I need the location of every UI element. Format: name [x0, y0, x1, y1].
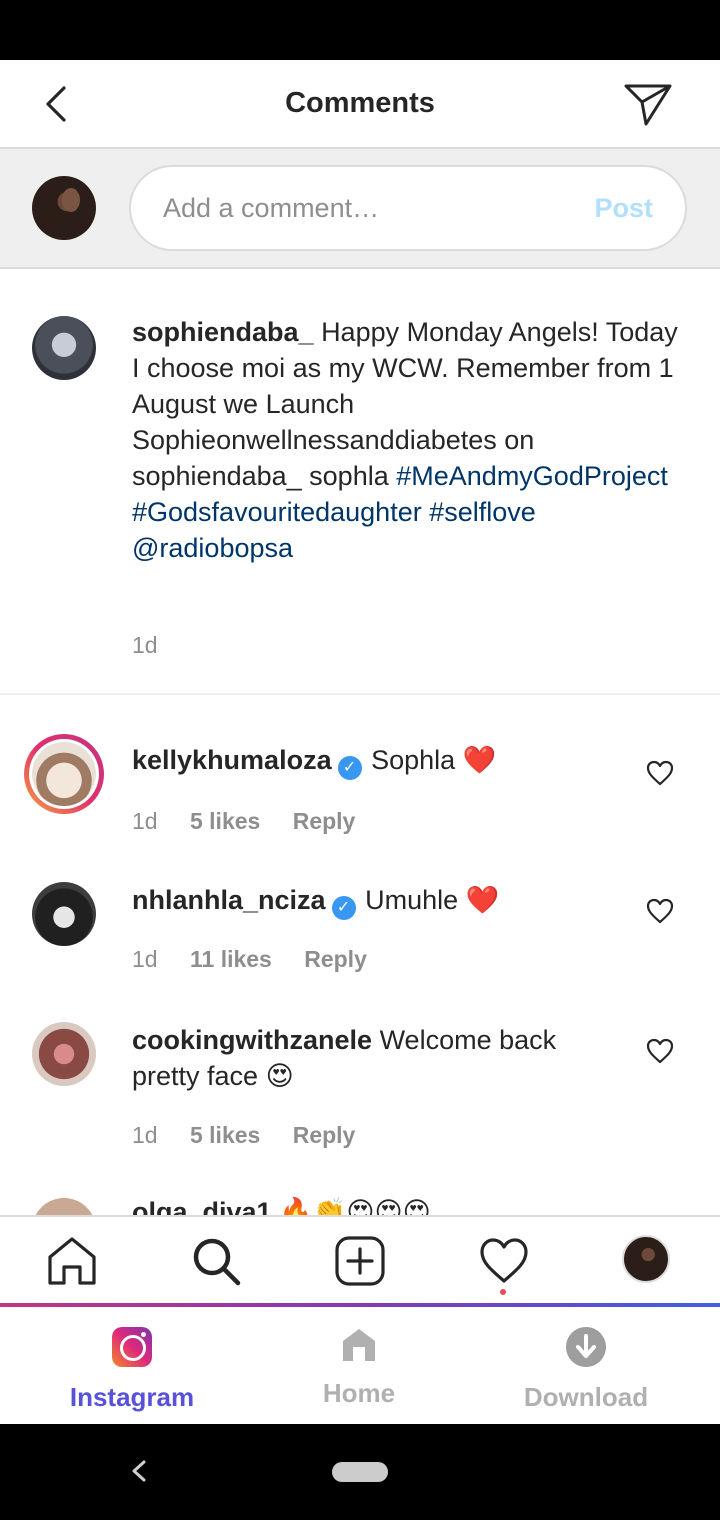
reply-button[interactable]: Reply [293, 1122, 356, 1148]
comment-meta: 1d 11 likes Reply [132, 946, 393, 973]
comment-meta: 1d 5 likes Reply [132, 1122, 381, 1149]
download-icon [566, 1327, 606, 1367]
avatar[interactable] [32, 1198, 96, 1216]
avatar[interactable] [32, 882, 96, 946]
header: Comments [0, 60, 720, 149]
app-bottom-nav: Instagram Home Download [0, 1303, 720, 1424]
comment-username[interactable]: nhlanhla_nciza [132, 885, 326, 915]
page-title: Comments [285, 87, 435, 119]
comment-likes[interactable]: 5 likes [190, 1122, 260, 1148]
comment-body: nhlanhla_nciza ✓ Umuhle ❤️ [132, 882, 612, 920]
comment-text: Sophla [371, 745, 456, 775]
comment-item: cookingwithzanele Welcome back pretty fa… [0, 1022, 720, 1172]
comment-body: cookingwithzanele Welcome back pretty fa… [132, 1022, 612, 1094]
system-home-pill[interactable] [332, 1462, 388, 1482]
avatar [622, 1235, 670, 1283]
comment-likes[interactable]: 11 likes [190, 946, 272, 972]
comment-emoji: 😍 [265, 1061, 294, 1091]
home-icon[interactable] [46, 1235, 98, 1287]
avatar[interactable] [32, 316, 96, 380]
heart-icon[interactable] [646, 898, 674, 924]
comment-meta: 1d 5 likes Reply [132, 808, 381, 835]
comment-time: 1d [132, 946, 158, 972]
comment-time: 1d [132, 1122, 158, 1148]
status-bar [0, 0, 720, 60]
post-caption: sophiendaba_ Happy Monday Angels! Today … [0, 270, 720, 695]
caption-text: sophiendaba_ Happy Monday Angels! Today … [132, 314, 692, 566]
comment-emoji: ❤️ [462, 745, 497, 775]
home-icon [343, 1329, 375, 1361]
hashtag-link[interactable]: #Godsfavouritedaughter [132, 497, 422, 527]
nav-label: Download [523, 1382, 649, 1412]
comment-text: Umuhle [365, 885, 459, 915]
caption-username[interactable]: sophiendaba_ [132, 317, 314, 347]
comment-emoji: 🔥👏😍😍😍 [279, 1197, 431, 1216]
hashtag-link[interactable]: #selflove [429, 497, 536, 527]
comment-username[interactable]: cookingwithzanele [132, 1025, 372, 1055]
search-icon[interactable] [190, 1235, 242, 1287]
heart-icon[interactable] [646, 1038, 674, 1064]
profile-tab[interactable] [622, 1235, 674, 1287]
mention-link[interactable]: @radiobopsa [132, 533, 293, 563]
verified-badge-icon: ✓ [337, 756, 362, 780]
nav-label: Instagram [69, 1382, 195, 1412]
comment-input[interactable]: Add a comment… Post [129, 165, 687, 251]
comment-emoji: ❤️ [465, 885, 500, 915]
heart-icon[interactable] [646, 760, 674, 786]
heart-icon[interactable] [478, 1235, 530, 1287]
comment-item-partial: olga_diva1 🔥👏😍😍😍 [0, 1190, 720, 1216]
comment-placeholder: Add a comment… [163, 193, 380, 223]
nav-item-home[interactable]: Home [259, 1327, 459, 1409]
avatar[interactable] [24, 734, 104, 814]
reply-button[interactable]: Reply [304, 946, 367, 972]
paper-plane-icon[interactable] [622, 80, 674, 128]
notification-dot [500, 1289, 506, 1295]
comment-item: nhlanhla_nciza ✓ Umuhle ❤️ 1d 11 likes Re… [0, 882, 720, 1002]
verified-badge-icon: ✓ [331, 896, 356, 920]
comment-username[interactable]: kellykhumaloza [132, 745, 332, 775]
comment-composer: Add a comment… Post [0, 149, 720, 269]
comment-body: olga_diva1 🔥👏😍😍😍 [132, 1196, 431, 1216]
hashtag-link[interactable]: #MeAndmyGodProject [396, 461, 668, 491]
comment-username[interactable]: olga_diva1 [132, 1197, 272, 1216]
nav-item-download[interactable]: Download [486, 1327, 686, 1413]
comment-item: kellykhumaloza ✓ Sophla ❤️ 1d 5 likes Rep… [0, 734, 720, 874]
reply-button[interactable]: Reply [293, 808, 356, 834]
system-back-icon[interactable] [128, 1456, 152, 1486]
comment-time: 1d [132, 808, 158, 834]
instagram-tab-bar [0, 1215, 720, 1305]
avatar [32, 176, 96, 240]
instagram-logo-icon [112, 1327, 152, 1367]
system-navigation-bar [0, 1424, 720, 1520]
comment-likes[interactable]: 5 likes [190, 808, 260, 834]
comment-body: kellykhumaloza ✓ Sophla ❤️ [132, 742, 612, 780]
nav-label: Home [322, 1378, 396, 1408]
avatar[interactable] [32, 1022, 96, 1086]
caption-time: 1d [132, 632, 158, 658]
new-post-icon[interactable] [334, 1235, 386, 1287]
post-button[interactable]: Post [594, 193, 653, 224]
nav-item-instagram[interactable]: Instagram [32, 1327, 232, 1413]
